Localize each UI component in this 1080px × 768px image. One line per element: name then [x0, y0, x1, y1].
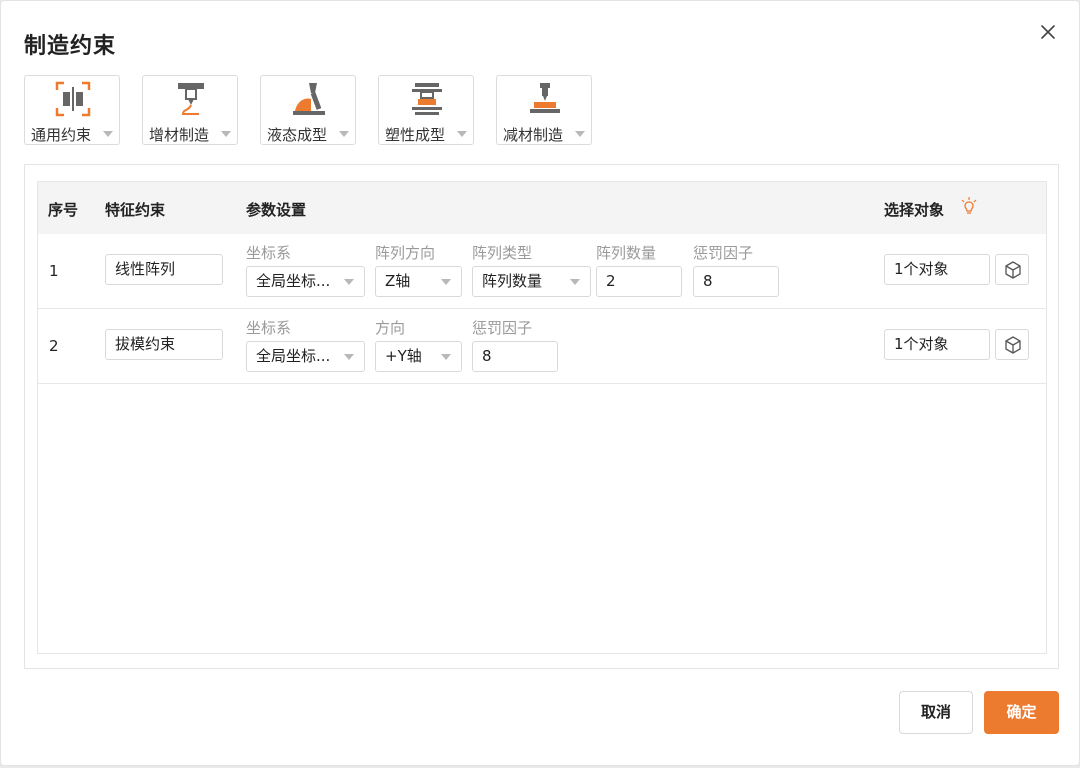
constraint-panel: 序号 特征约束 参数设置 选择对象 1 线性阵列 坐标系 全局坐标... 阵列方… [24, 164, 1059, 669]
manufacturing-constraint-dialog: 制造约束 通用约束 增材制造 液态成型 塑性成型 减材制造 序号 特征约束 参数… [0, 0, 1080, 766]
header-params: 参数设置 [246, 201, 307, 219]
coordinate-system-select[interactable]: 全局坐标... [246, 341, 365, 372]
param-label: 阵列方向 [375, 244, 436, 262]
param-label: 坐标系 [246, 244, 292, 262]
general-constraint-icon [53, 79, 93, 119]
liquid-forming-icon [289, 79, 329, 119]
subtractive-manufacturing-icon [525, 79, 565, 119]
tool-additive-manufacturing[interactable]: 增材制造 [142, 75, 238, 145]
close-icon[interactable] [1039, 23, 1057, 41]
constraint-type-toolbar: 通用约束 增材制造 液态成型 塑性成型 减材制造 [24, 75, 592, 145]
chevron-down-icon [457, 131, 467, 137]
confirm-button[interactable]: 确定 [984, 691, 1059, 734]
table-row: 1 线性阵列 坐标系 全局坐标... 阵列方向 Z轴 阵列类型 阵列数量 阵列数… [38, 234, 1046, 309]
select-object-button[interactable] [995, 329, 1029, 360]
tool-label: 减材制造 [503, 126, 564, 144]
coordinate-system-select[interactable]: 全局坐标... [246, 266, 365, 297]
dialog-title: 制造约束 [24, 34, 117, 59]
array-type-select[interactable]: 阵列数量 [472, 266, 591, 297]
param-label: 惩罚因子 [472, 319, 533, 337]
chevron-down-icon [221, 131, 231, 137]
select-object-button[interactable] [995, 254, 1029, 285]
select-value: 阵列数量 [482, 272, 543, 290]
penalty-factor-input[interactable]: 8 [693, 266, 779, 297]
lightbulb-icon[interactable] [960, 197, 978, 221]
array-count-input[interactable]: 2 [596, 266, 682, 297]
tool-liquid-forming[interactable]: 液态成型 [260, 75, 356, 145]
chevron-down-icon [441, 279, 451, 285]
cancel-button[interactable]: 取消 [899, 691, 973, 734]
chevron-down-icon [570, 279, 580, 285]
select-value: 全局坐标... [256, 347, 331, 365]
target-object-field[interactable]: 1个对象 [884, 254, 990, 285]
header-feature: 特征约束 [105, 201, 166, 219]
param-label: 方向 [375, 319, 406, 337]
plastic-forming-icon [407, 79, 447, 119]
chevron-down-icon [344, 279, 354, 285]
table-header: 序号 特征约束 参数设置 选择对象 [38, 182, 1046, 234]
tool-label: 塑性成型 [385, 126, 446, 144]
array-direction-select[interactable]: Z轴 [375, 266, 462, 297]
select-value: Z轴 [385, 272, 411, 290]
direction-select[interactable]: +Y轴 [375, 341, 462, 372]
select-value: +Y轴 [385, 347, 422, 365]
target-object-field[interactable]: 1个对象 [884, 329, 990, 360]
header-index: 序号 [48, 201, 79, 219]
row-index: 1 [49, 262, 59, 280]
header-target: 选择对象 [884, 201, 945, 219]
penalty-factor-input[interactable]: 8 [472, 341, 558, 372]
constraint-table: 序号 特征约束 参数设置 选择对象 1 线性阵列 坐标系 全局坐标... 阵列方… [37, 181, 1047, 654]
chevron-down-icon [344, 354, 354, 360]
feature-name-input[interactable]: 拔模约束 [105, 329, 223, 360]
tool-plastic-forming[interactable]: 塑性成型 [378, 75, 474, 145]
chevron-down-icon [441, 354, 451, 360]
chevron-down-icon [575, 131, 585, 137]
param-label: 坐标系 [246, 319, 292, 337]
param-label: 阵列类型 [472, 244, 533, 262]
table-row: 2 拔模约束 坐标系 全局坐标... 方向 +Y轴 惩罚因子 8 1个对象 [38, 309, 1046, 384]
row-index: 2 [49, 337, 59, 355]
tool-label: 增材制造 [149, 126, 210, 144]
tool-label: 通用约束 [31, 126, 92, 144]
chevron-down-icon [103, 131, 113, 137]
tool-label: 液态成型 [267, 126, 328, 144]
select-value: 全局坐标... [256, 272, 331, 290]
tool-subtractive-manufacturing[interactable]: 减材制造 [496, 75, 592, 145]
tool-general-constraint[interactable]: 通用约束 [24, 75, 120, 145]
param-label: 阵列数量 [596, 244, 657, 262]
feature-name-input[interactable]: 线性阵列 [105, 254, 223, 285]
chevron-down-icon [339, 131, 349, 137]
additive-manufacturing-icon [171, 79, 211, 119]
param-label: 惩罚因子 [693, 244, 754, 262]
